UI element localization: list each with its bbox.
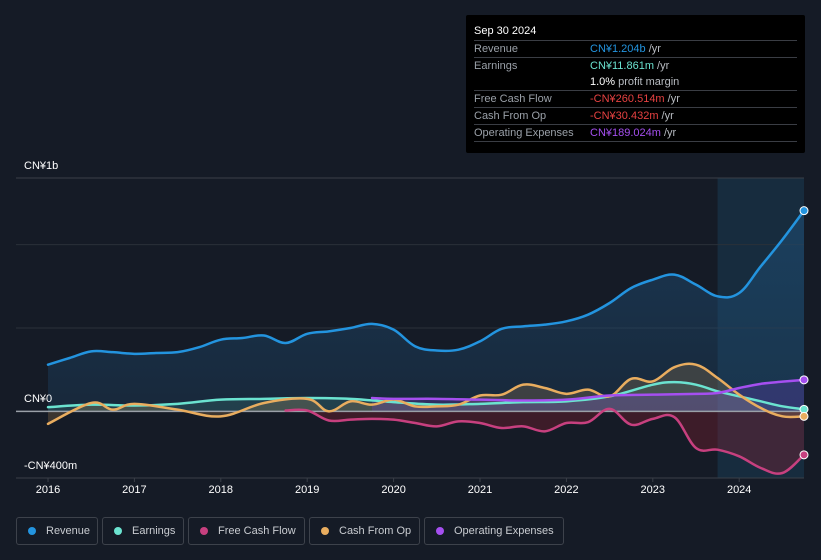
tooltip-row: Operating Expenses CN¥189.024m /yr [474, 124, 797, 142]
legend-dot-icon [200, 527, 208, 535]
x-axis-ticks [47, 478, 740, 482]
legend-dot-icon [28, 527, 36, 535]
x-tick-label: 2020 [381, 484, 406, 496]
y-label-zero: CN¥0 [24, 393, 53, 405]
x-tick-label: 2019 [294, 484, 320, 496]
tooltip-row-label: Earnings [474, 60, 518, 72]
legend-label: Earnings [132, 525, 176, 537]
x-tick-label: 2023 [640, 484, 666, 496]
tooltip-row-value: CN¥1.204b /yr [590, 43, 661, 55]
legend-dot-icon [321, 527, 329, 535]
x-tick-label: 2017 [122, 484, 147, 496]
legend-dot-icon [436, 527, 444, 535]
tooltip-row-value: CN¥11.861m /yr [590, 60, 670, 72]
tooltip-row-label: Cash From Op [474, 110, 547, 122]
tooltip-row-value: CN¥189.024m /yr [590, 127, 677, 139]
tooltip-row: Free Cash Flow -CN¥260.514m /yr [474, 90, 797, 107]
endpoint-cash-from-op [799, 411, 809, 421]
x-tick-label: 2016 [35, 484, 61, 496]
tooltip-panel: Sep 30 2024 Revenue CN¥1.204b /yr Earnings… [466, 15, 805, 153]
tooltip-row-value: -CN¥30.432m /yr [590, 110, 674, 122]
tooltip-row-label: Operating Expenses [474, 127, 574, 139]
series-areas [48, 210, 805, 474]
endpoint-free-cash-flow [799, 450, 809, 460]
tooltip-row-label: Revenue [474, 43, 519, 55]
tooltip-rows: Revenue CN¥1.204b /yr Earnings CN¥11.861m /… [474, 40, 797, 142]
tooltip-row: Earnings CN¥11.861m /yr [474, 57, 797, 74]
legend-item-revenue[interactable]: Revenue [16, 517, 98, 545]
x-tick-label: 2022 [554, 484, 579, 496]
x-tick-label: 2018 [208, 484, 234, 496]
legend-dot-icon [114, 527, 122, 535]
legend-label: Cash From Op [339, 525, 412, 537]
tooltip-row-label [474, 74, 590, 90]
legend-label: Free Cash Flow [218, 525, 296, 537]
x-tick-label: 2024 [726, 484, 752, 496]
x-tick-label: 2021 [467, 484, 493, 496]
tooltip-row-value: 1.0% profit margin [590, 76, 680, 88]
legend-item-free-cash-flow[interactable]: Free Cash Flow [188, 517, 305, 545]
legend-item-operating-expenses[interactable]: Operating Expenses [424, 517, 564, 545]
tooltip-row: Revenue CN¥1.204b /yr [474, 40, 797, 57]
endpoint-revenue [799, 206, 809, 216]
endpoint-operating-expenses [799, 375, 809, 385]
legend-item-cash-from-op[interactable]: Cash From Op [309, 517, 420, 545]
tooltip-row-value: -CN¥260.514m /yr [590, 93, 680, 105]
tooltip-date: Sep 30 2024 [474, 25, 537, 37]
tooltip-row: 1.0% profit margin [474, 74, 797, 90]
tooltip-row: Cash From Op -CN¥30.432m /yr [474, 107, 797, 124]
legend-item-earnings[interactable]: Earnings [102, 517, 184, 545]
legend-label: Operating Expenses [454, 525, 554, 537]
legend-label: Revenue [46, 525, 91, 537]
y-label-top: CN¥1b [24, 160, 59, 172]
y-label-bottom: -CN¥400m [24, 460, 78, 472]
tooltip-row-label: Free Cash Flow [474, 93, 552, 105]
